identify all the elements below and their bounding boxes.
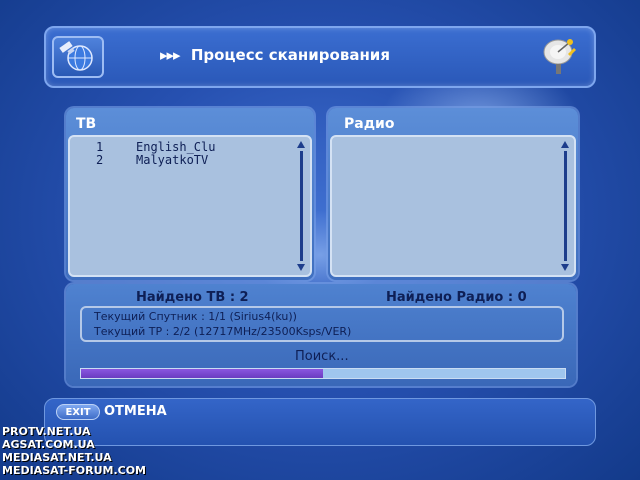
current-satellite: Текущий Спутник : 1/1 (Sirius4(ku))	[94, 310, 297, 323]
scroll-down-icon[interactable]	[297, 264, 305, 271]
satellite-globe-icon	[52, 36, 104, 78]
scroll-track[interactable]	[564, 151, 567, 261]
page-title-text: Процесс сканирования	[190, 46, 390, 64]
list-item[interactable]: 1 English_Clu	[28, 140, 215, 154]
exit-button[interactable]: EXIT	[56, 404, 100, 420]
radio-panel-title: Радио	[344, 116, 395, 132]
watermark-line: MEDIASAT.NET.UA	[2, 451, 112, 464]
cancel-label[interactable]: ОТМЕНА	[104, 404, 167, 419]
tv-scrollbar[interactable]	[297, 141, 306, 271]
channel-name: MalyatkoTV	[136, 153, 209, 167]
watermark-line: PROTV.NET.UA	[2, 425, 91, 438]
channel-number: 2	[96, 153, 104, 167]
list-item[interactable]: 2 MalyatkoTV	[28, 153, 208, 167]
title-arrows: ▸▸▸	[160, 46, 181, 64]
page-title: ▸▸▸ Процесс сканирования	[160, 46, 390, 64]
radio-scrollbar[interactable]	[561, 141, 570, 271]
scroll-down-icon[interactable]	[561, 264, 569, 271]
found-tv-count: Найдено ТВ : 2	[136, 290, 249, 305]
current-transponder: Текущий TP : 2/2 (12717MHz/23500Ksps/VER…	[94, 325, 352, 338]
scroll-track[interactable]	[300, 151, 303, 261]
channel-number: 1	[96, 140, 104, 154]
search-status: Поиск...	[295, 349, 349, 364]
progress-fill	[81, 369, 323, 378]
watermark: PROTV.NET.UA AGSAT.COM.UA MEDIASAT.NET.U…	[2, 425, 146, 477]
tv-panel-title: ТВ	[76, 116, 97, 132]
scroll-up-icon[interactable]	[561, 141, 569, 148]
watermark-line: AGSAT.COM.UA	[2, 438, 95, 451]
channel-name: English_Clu	[136, 140, 216, 154]
scan-progress-bar	[80, 368, 566, 379]
found-radio-count: Найдено Радио : 0	[386, 290, 527, 305]
scroll-up-icon[interactable]	[297, 141, 305, 148]
watermark-line: MEDIASAT-FORUM.COM	[2, 464, 146, 477]
satellite-dish-icon	[538, 34, 582, 78]
radio-channel-list[interactable]	[330, 135, 576, 277]
